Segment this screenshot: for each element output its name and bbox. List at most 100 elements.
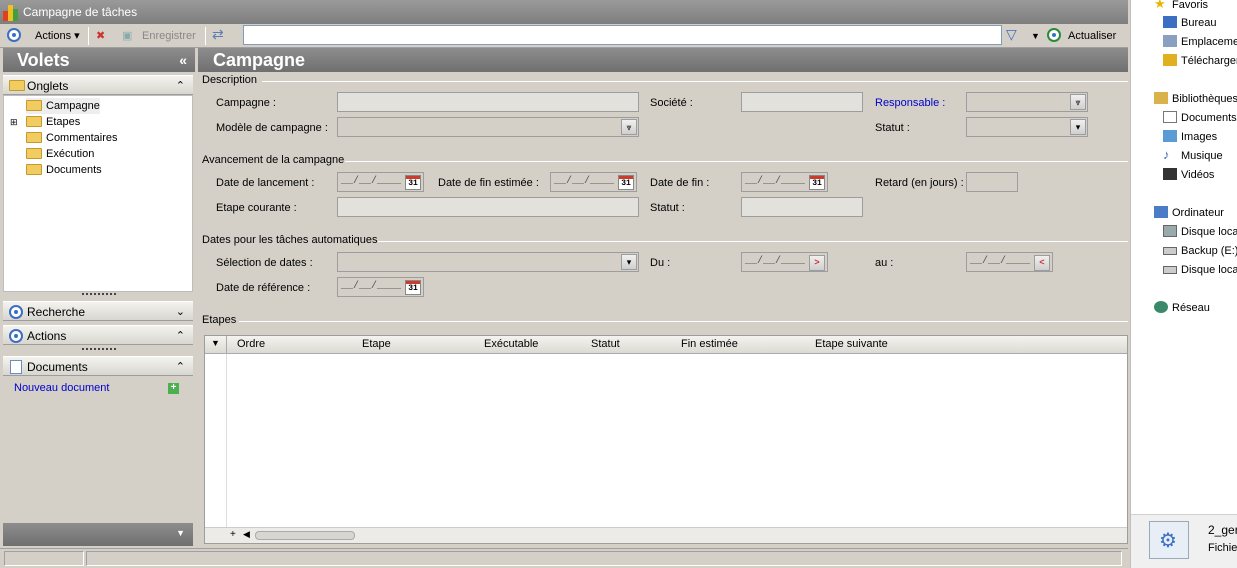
refresh-button[interactable]: Actualiser xyxy=(1068,28,1116,44)
calendar-icon[interactable]: 31 xyxy=(405,280,421,295)
au-label: au : xyxy=(875,257,894,269)
column-header[interactable]: Fin estimée xyxy=(681,338,738,350)
chevron-up-icon[interactable]: ⌃ xyxy=(176,76,185,96)
column-header[interactable]: Ordre xyxy=(237,338,265,350)
splitter-grip[interactable] xyxy=(82,293,116,296)
campagne-field[interactable] xyxy=(337,92,639,112)
drive-icon xyxy=(1163,247,1177,255)
column-header[interactable]: Statut xyxy=(591,338,620,350)
etape-courante-field[interactable] xyxy=(337,197,639,217)
actions-menu-button[interactable]: Actions ▾ xyxy=(35,28,80,44)
videos-item[interactable]: Vidéos xyxy=(1163,168,1214,182)
backup-drive-item[interactable]: Backup (E:) xyxy=(1163,244,1237,258)
new-document-link[interactable]: Nouveau document xyxy=(14,382,109,394)
expand-icon[interactable]: ⊞ xyxy=(10,114,18,130)
grid-menu-icon[interactable]: ▼ xyxy=(211,338,220,348)
bureau-item[interactable]: Bureau xyxy=(1163,16,1216,30)
bibliotheques-item[interactable]: Bibliothèques xyxy=(1154,92,1237,106)
app-icon xyxy=(3,5,18,21)
grid-footer: + ◀ xyxy=(205,527,1127,543)
sync-icon[interactable]: ⇄ xyxy=(212,26,224,42)
search-input[interactable] xyxy=(243,25,1002,45)
music-icon: ♪ xyxy=(1163,147,1170,162)
group-description: Description xyxy=(202,74,258,86)
chevron-up-icon[interactable]: ⌃ xyxy=(176,326,185,346)
chevron-down-icon[interactable]: ⌄ xyxy=(176,302,185,322)
disque-local-2-item[interactable]: Disque local xyxy=(1163,263,1237,277)
selection-dates-combo[interactable]: ▾ xyxy=(337,252,639,272)
details-pane: ⚙ 2_ger Fichier xyxy=(1131,514,1237,568)
ordinateur-item[interactable]: Ordinateur xyxy=(1154,206,1224,220)
page-title: Campagne xyxy=(198,48,1128,72)
date-fin-estimee-field[interactable]: __/__/____ 31 xyxy=(550,172,637,192)
tree-item-documents[interactable]: Documents xyxy=(26,162,102,178)
column-header[interactable]: Exécutable xyxy=(484,338,538,350)
documents-section-header[interactable]: Documents ⌃ xyxy=(3,356,193,376)
musique-item[interactable]: ♪ Musique xyxy=(1163,148,1223,163)
refresh-icon[interactable] xyxy=(1047,28,1061,44)
etape-courante-label: Etape courante : xyxy=(216,202,297,214)
images-item[interactable]: Images xyxy=(1163,130,1217,144)
favoris-item[interactable]: ★ Favoris xyxy=(1154,0,1208,12)
date-lancement-field[interactable]: __/__/____ 31 xyxy=(337,172,424,192)
actions-circle-icon[interactable] xyxy=(7,28,21,44)
filter-icon[interactable]: ▽ xyxy=(1006,26,1017,42)
chevron-down-icon: ▾ xyxy=(1070,119,1086,135)
file-name: 2_ger xyxy=(1208,523,1237,537)
au-date-field[interactable]: __/__/____ < xyxy=(966,252,1053,272)
chevron-down-icon: ▾ xyxy=(621,254,637,270)
filter-dropdown-icon[interactable]: ▼ xyxy=(1031,28,1040,44)
column-header[interactable]: Etape xyxy=(362,338,391,350)
tree-item-execution[interactable]: Exécution xyxy=(26,146,94,162)
date-fin-field[interactable]: __/__/____ 31 xyxy=(741,172,828,192)
calendar-icon[interactable]: 31 xyxy=(809,175,825,190)
horizontal-scrollbar-thumb[interactable] xyxy=(255,531,355,540)
societe-field[interactable] xyxy=(741,92,863,112)
disque-local-item[interactable]: Disque local xyxy=(1163,225,1237,239)
save-button[interactable]: Enregistrer xyxy=(142,28,196,44)
responsable-link[interactable]: Responsable : xyxy=(875,96,945,110)
telecharger-item[interactable]: Télécharger xyxy=(1163,54,1237,68)
splitter-grip[interactable] xyxy=(82,348,116,351)
retard-field[interactable] xyxy=(966,172,1018,192)
folder-icon xyxy=(9,80,25,91)
tree-item-campagne[interactable]: Campagne xyxy=(26,98,100,114)
scroll-left-icon[interactable]: ◀ xyxy=(243,529,250,540)
recherche-section-header[interactable]: Recherche ⌄ xyxy=(3,301,193,321)
previous-icon[interactable]: < xyxy=(1034,255,1050,271)
save-icon[interactable]: ▣ xyxy=(122,28,132,44)
add-icon[interactable]: + xyxy=(168,383,179,394)
file-type: Fichier xyxy=(1208,542,1237,554)
next-icon[interactable]: > xyxy=(809,255,825,271)
download-folder-icon xyxy=(1163,54,1177,66)
add-row-icon[interactable]: + xyxy=(230,529,236,540)
responsable-combo[interactable]: ⩔ xyxy=(966,92,1088,112)
modele-combo[interactable]: ⩔ xyxy=(337,117,639,137)
date-fin-estimee-label: Date de fin estimée : xyxy=(438,177,539,189)
dropdown-icon[interactable]: ▼ xyxy=(176,528,185,538)
reseau-item[interactable]: Réseau xyxy=(1154,301,1210,315)
chevron-up-icon[interactable]: ⌃ xyxy=(176,357,185,377)
collapse-panel-icon[interactable]: « xyxy=(179,48,187,72)
column-header[interactable]: Etape suivante xyxy=(815,338,888,350)
emplacement-item[interactable]: Emplacemer xyxy=(1163,35,1237,49)
actions-section-header[interactable]: Actions ⌃ xyxy=(3,325,193,345)
documents-lib-item[interactable]: Documents xyxy=(1163,111,1237,125)
calendar-icon[interactable]: 31 xyxy=(405,175,421,190)
folder-open-icon xyxy=(26,99,42,111)
date-reference-field[interactable]: __/__/____ 31 xyxy=(337,277,424,297)
tree-item-etapes[interactable]: Etapes xyxy=(26,114,80,130)
date-fin-label: Date de fin : xyxy=(650,177,710,189)
volets-header: Volets « xyxy=(3,48,195,72)
date-lancement-label: Date de lancement : xyxy=(216,177,315,189)
delete-icon[interactable]: ✖ xyxy=(96,28,105,44)
statut-combo[interactable]: ▾ xyxy=(966,117,1088,137)
tree-item-commentaires[interactable]: Commentaires xyxy=(26,130,118,146)
folder-icon xyxy=(26,163,42,175)
onglets-section-header[interactable]: Onglets ⌃ xyxy=(3,75,193,95)
document-icon xyxy=(10,360,22,374)
calendar-icon[interactable]: 31 xyxy=(618,175,634,190)
etapes-grid[interactable]: ▼ Ordre Etape Exécutable Statut Fin esti… xyxy=(204,335,1128,544)
statut-avancement-field[interactable] xyxy=(741,197,863,217)
du-date-field[interactable]: __/__/____ > xyxy=(741,252,828,272)
